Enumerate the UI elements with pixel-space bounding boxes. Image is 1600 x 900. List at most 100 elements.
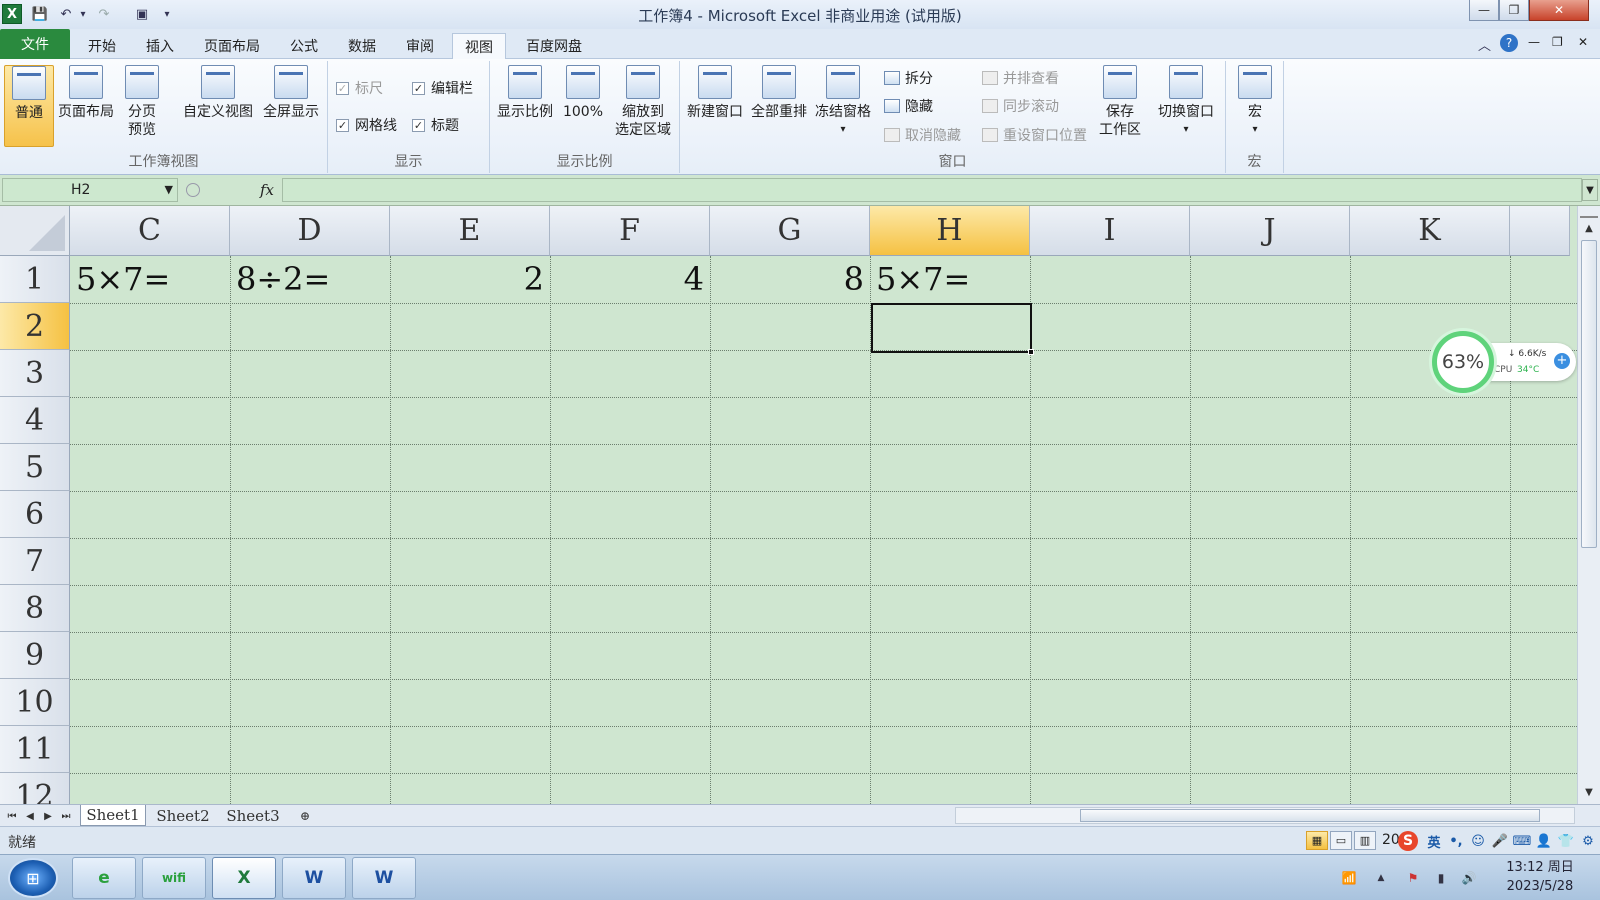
column-header-C[interactable]: C — [70, 206, 230, 256]
hide-button[interactable]: 隐藏 — [884, 95, 933, 117]
cell-F1[interactable]: 4 — [550, 256, 710, 303]
page-layout-status-icon[interactable]: ▭ — [1330, 831, 1352, 850]
ime-tools-icon[interactable]: ⚙ — [1578, 831, 1598, 851]
next-sheet-icon[interactable]: ▶ — [40, 808, 56, 824]
workbook-restore-icon[interactable]: ❐ — [1552, 35, 1563, 49]
page-break-preview-button[interactable]: 分页 预览 — [116, 65, 168, 147]
restore-button[interactable]: ❐ — [1499, 0, 1529, 21]
row-header-1[interactable]: 1 — [0, 256, 70, 303]
row-header-4[interactable]: 4 — [0, 397, 70, 444]
normal-view-status-icon[interactable]: ▦ — [1306, 831, 1328, 850]
taskbar-excel[interactable]: X — [212, 857, 276, 899]
formula-bar-checkbox[interactable]: ✓ 编辑栏 — [412, 77, 473, 99]
ime-punctuation-icon[interactable]: •, — [1446, 831, 1466, 851]
tab-view[interactable]: 视图 — [452, 33, 506, 60]
normal-view-button[interactable]: 普通 — [4, 65, 54, 147]
gridlines-checkbox[interactable]: ✓ 网格线 — [336, 114, 397, 136]
horizontal-scrollbar[interactable] — [955, 807, 1575, 824]
prev-sheet-icon[interactable]: ◀ — [22, 808, 38, 824]
sheet-tab-sheet2[interactable]: Sheet2 — [150, 805, 216, 826]
tab-review[interactable]: 审阅 — [398, 33, 442, 59]
tab-baidu-netdisk[interactable]: 百度网盘 — [518, 33, 590, 59]
row-header-6[interactable]: 6 — [0, 491, 70, 538]
ime-skin-icon[interactable]: 👕 — [1556, 831, 1576, 851]
row-header-5[interactable]: 5 — [0, 444, 70, 491]
expand-formula-bar-icon[interactable]: ▼ — [1582, 179, 1598, 201]
workbook-close-icon[interactable]: ✕ — [1578, 35, 1588, 49]
taskbar-ie-browser[interactable]: e — [72, 857, 136, 899]
ime-user-icon[interactable]: 👤 — [1534, 831, 1554, 851]
save-workspace-button[interactable]: 保存 工作区 — [1092, 65, 1148, 147]
arrange-all-button[interactable]: 全部重排 — [748, 65, 810, 147]
unhide-button[interactable]: 取消隐藏 — [884, 124, 961, 146]
workbook-minimize-icon[interactable]: — — [1528, 35, 1540, 49]
minimize-button[interactable]: — — [1469, 0, 1499, 21]
minimize-ribbon-icon[interactable]: ︿ — [1478, 35, 1491, 54]
row-header-7[interactable]: 7 — [0, 538, 70, 585]
first-sheet-icon[interactable]: ⏮ — [4, 808, 20, 824]
custom-views-button[interactable]: 自定义视图 — [178, 65, 258, 147]
ime-keyboard-icon[interactable]: ⌨ — [1512, 831, 1532, 851]
tray-signal-icon[interactable]: ▮ — [1432, 869, 1450, 887]
tab-formulas[interactable]: 公式 — [282, 33, 326, 59]
view-side-by-side-button[interactable]: 并排查看 — [982, 67, 1059, 89]
column-header-K[interactable]: K — [1350, 206, 1510, 256]
column-header-E[interactable]: E — [390, 206, 550, 256]
column-header-G[interactable]: G — [710, 206, 870, 256]
row-header-12[interactable]: 12 — [0, 773, 70, 804]
start-button[interactable]: ⊞ — [8, 858, 58, 898]
cell-G1[interactable]: 8 — [710, 256, 870, 303]
worksheet-grid[interactable]: CDEFGHIJK 1 2 3 4 5 6 7 8 9 10 11 12 5×7= 8÷2= 2 4 … — [0, 206, 1577, 804]
row-header-11[interactable]: 11 — [0, 726, 70, 773]
sheet-tab-sheet1[interactable]: Sheet1 — [80, 805, 146, 826]
tab-page-layout[interactable]: 页面布局 — [196, 33, 268, 59]
accelerate-plus-icon[interactable]: + — [1554, 353, 1570, 369]
help-icon[interactable]: ? — [1500, 34, 1518, 52]
vertical-scroll-thumb[interactable] — [1581, 240, 1597, 548]
column-header-H[interactable]: H — [870, 206, 1030, 256]
cell-E1[interactable]: 2 — [390, 256, 550, 303]
tray-volume-icon[interactable]: 🔊 — [1460, 869, 1478, 887]
zoom-button[interactable]: 显示比例 — [494, 65, 556, 147]
last-sheet-icon[interactable]: ⏭ — [58, 808, 74, 824]
tab-home[interactable]: 开始 — [80, 33, 124, 59]
column-header-partial[interactable] — [1510, 206, 1570, 256]
column-header-F[interactable]: F — [550, 206, 710, 256]
row-header-3[interactable]: 3 — [0, 350, 70, 397]
tab-data[interactable]: 数据 — [340, 33, 384, 59]
column-header-J[interactable]: J — [1190, 206, 1350, 256]
freeze-panes-button[interactable]: 冻结窗格 ▾ — [812, 65, 874, 147]
tray-action-center-icon[interactable]: ⚑ — [1404, 869, 1422, 887]
row-header-9[interactable]: 9 — [0, 632, 70, 679]
cell-D1[interactable]: 8÷2= — [230, 256, 390, 303]
scroll-down-icon[interactable]: ▼ — [1580, 784, 1598, 800]
row-header-8[interactable]: 8 — [0, 585, 70, 632]
tab-insert[interactable]: 插入 — [138, 33, 182, 59]
cell-C1[interactable]: 5×7= — [70, 256, 230, 303]
horizontal-scroll-thumb[interactable] — [1080, 809, 1540, 822]
formula-input[interactable] — [282, 178, 1582, 202]
new-window-button[interactable]: 新建窗口 — [684, 65, 746, 147]
tray-network-app-icon[interactable]: 📶 — [1340, 869, 1358, 887]
row-header-10[interactable]: 10 — [0, 679, 70, 726]
name-box[interactable]: H2 ▼ — [2, 178, 178, 202]
ruler-checkbox[interactable]: ✓ 标尺 — [336, 77, 383, 99]
taskbar-word-1[interactable]: W — [282, 857, 346, 899]
tab-file[interactable]: 文件 — [0, 29, 70, 59]
headings-checkbox[interactable]: ✓ 标题 — [412, 114, 459, 136]
insert-sheet-icon[interactable]: ⊕ — [292, 805, 318, 826]
vertical-scrollbar[interactable]: ▲ ▼ — [1577, 206, 1600, 804]
insert-function-icon[interactable]: fx — [260, 181, 274, 199]
page-layout-view-button[interactable]: 页面布局 — [56, 65, 116, 147]
sync-scroll-button[interactable]: 同步滚动 — [982, 95, 1059, 117]
split-box[interactable] — [1580, 208, 1598, 218]
zoom-to-selection-button[interactable]: 缩放到 选定区域 — [610, 65, 676, 147]
cell-H1[interactable]: 5×7= — [870, 256, 1030, 303]
taskbar-wifi-app[interactable]: wifi — [142, 857, 206, 899]
ime-voice-icon[interactable]: 🎤 — [1490, 831, 1510, 851]
ime-emoji-icon[interactable]: ☺ — [1468, 831, 1488, 851]
taskbar-word-2[interactable]: W — [352, 857, 416, 899]
column-header-I[interactable]: I — [1030, 206, 1190, 256]
zoom-100-button[interactable]: 100% — [556, 65, 610, 147]
close-button[interactable]: ✕ — [1529, 0, 1589, 21]
